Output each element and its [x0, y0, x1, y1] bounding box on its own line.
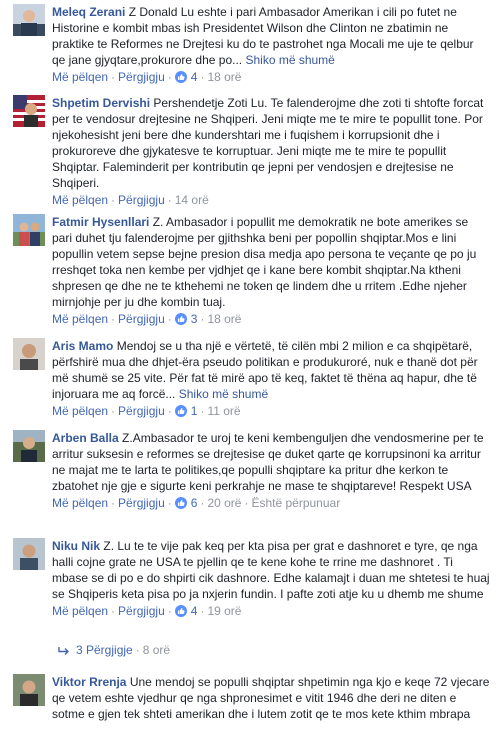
- avatar[interactable]: [13, 4, 45, 36]
- timestamp[interactable]: 18 orë: [207, 312, 241, 326]
- comment-author[interactable]: Fatmir Hysenllari: [52, 215, 149, 229]
- comment-actions: Më pëlqen · Përgjigju · 6 · 20 orë · Është përpu…: [52, 495, 490, 511]
- avatar[interactable]: [13, 214, 45, 246]
- like-count[interactable]: 4: [187, 604, 198, 618]
- separator: ·: [167, 404, 172, 418]
- comment-actions: Më pëlqen · Përgjigju · 1 · 11 orë: [52, 403, 490, 419]
- reply-button[interactable]: Përgjigju: [118, 404, 165, 418]
- like-icon[interactable]: [174, 405, 187, 417]
- comment-feed: Meleq Zerani Z Donald Lu eshte i pari Am…: [0, 0, 498, 735]
- separator: ·: [244, 496, 249, 510]
- separator: ·: [167, 604, 172, 618]
- timestamp[interactable]: 11 orë: [207, 404, 240, 418]
- like-icon[interactable]: [174, 71, 187, 83]
- separator: ·: [200, 496, 205, 510]
- comment-text: Z. Lu te te vije pak keq per kta pisa pe…: [52, 539, 490, 601]
- avatar[interactable]: [13, 430, 45, 462]
- like-icon[interactable]: [174, 313, 187, 325]
- like-button[interactable]: Më pëlqen: [52, 604, 108, 618]
- reply-button[interactable]: Përgjigju: [118, 193, 165, 207]
- comment-author[interactable]: Aris Mamo: [52, 339, 113, 353]
- like-button[interactable]: Më pëlqen: [52, 193, 108, 207]
- separator: ·: [111, 496, 116, 510]
- comment-text: Z. Ambasador i popullit me demokratik ne…: [52, 215, 477, 309]
- separator: ·: [167, 193, 172, 207]
- separator: ·: [167, 312, 172, 326]
- reply-button[interactable]: Përgjigju: [118, 496, 165, 510]
- reply-button[interactable]: Përgjigju: [118, 604, 165, 618]
- like-count[interactable]: 4: [187, 70, 198, 84]
- separator: ·: [111, 193, 116, 207]
- see-more-link[interactable]: Shiko më shumë: [245, 53, 334, 67]
- avatar[interactable]: [13, 95, 45, 127]
- avatar[interactable]: [13, 674, 45, 706]
- comment-actions: Më pëlqen · Përgjigju · 3 · 18 orë: [52, 311, 490, 327]
- timestamp[interactable]: 8 orë: [143, 643, 170, 657]
- separator: ·: [200, 70, 205, 84]
- separator: ·: [167, 70, 172, 84]
- comment-author[interactable]: Niku Nik: [52, 539, 100, 553]
- separator: ·: [111, 404, 116, 418]
- avatar[interactable]: [13, 338, 45, 370]
- view-replies-link[interactable]: 3 Përgjigje · 8 orë: [58, 642, 170, 658]
- comment-author[interactable]: Arben Balla: [52, 431, 119, 445]
- like-icon[interactable]: [174, 497, 187, 509]
- timestamp[interactable]: 18 orë: [207, 70, 241, 84]
- avatar[interactable]: [13, 538, 45, 570]
- reply-arrow-icon: [58, 646, 69, 655]
- like-count[interactable]: 3: [187, 312, 198, 326]
- like-count[interactable]: 1: [187, 404, 198, 418]
- separator: ·: [135, 643, 140, 657]
- see-more-link[interactable]: Shiko më shumë: [179, 387, 268, 401]
- like-icon[interactable]: [174, 605, 187, 617]
- comment-author[interactable]: Shpetim Dervishi: [52, 96, 150, 110]
- separator: ·: [200, 404, 205, 418]
- edited-label[interactable]: Është përpunuar: [251, 496, 340, 510]
- reply-button[interactable]: Përgjigju: [118, 70, 165, 84]
- comment-actions: Më pëlqen · Përgjigju · 14 orë: [52, 192, 490, 208]
- like-button[interactable]: Më pëlqen: [52, 496, 108, 510]
- comment-author[interactable]: Meleq Zerani: [52, 5, 125, 19]
- comment-author[interactable]: Viktor Rrenja: [52, 675, 126, 689]
- separator: ·: [200, 604, 205, 618]
- separator: ·: [111, 604, 116, 618]
- separator: ·: [111, 312, 116, 326]
- separator: ·: [200, 312, 205, 326]
- timestamp[interactable]: 20 orë: [207, 496, 241, 510]
- replies-count[interactable]: 3 Përgjigje: [76, 643, 133, 657]
- timestamp[interactable]: 19 orë: [207, 604, 241, 618]
- comment-text: Pershendetje Zoti Lu. Te falenderojme dh…: [52, 96, 484, 190]
- reply-button[interactable]: Përgjigju: [118, 312, 165, 326]
- timestamp[interactable]: 14 orë: [175, 193, 209, 207]
- like-count[interactable]: 6: [187, 496, 198, 510]
- separator: ·: [167, 496, 172, 510]
- comment-actions: Më pëlqen · Përgjigju · 4 · 19 orë: [52, 603, 490, 619]
- like-button[interactable]: Më pëlqen: [52, 70, 108, 84]
- like-button[interactable]: Më pëlqen: [52, 312, 108, 326]
- separator: ·: [111, 70, 116, 84]
- comment-actions: Më pëlqen · Përgjigju · 4 · 18 orë: [52, 69, 490, 85]
- like-button[interactable]: Më pëlqen: [52, 404, 108, 418]
